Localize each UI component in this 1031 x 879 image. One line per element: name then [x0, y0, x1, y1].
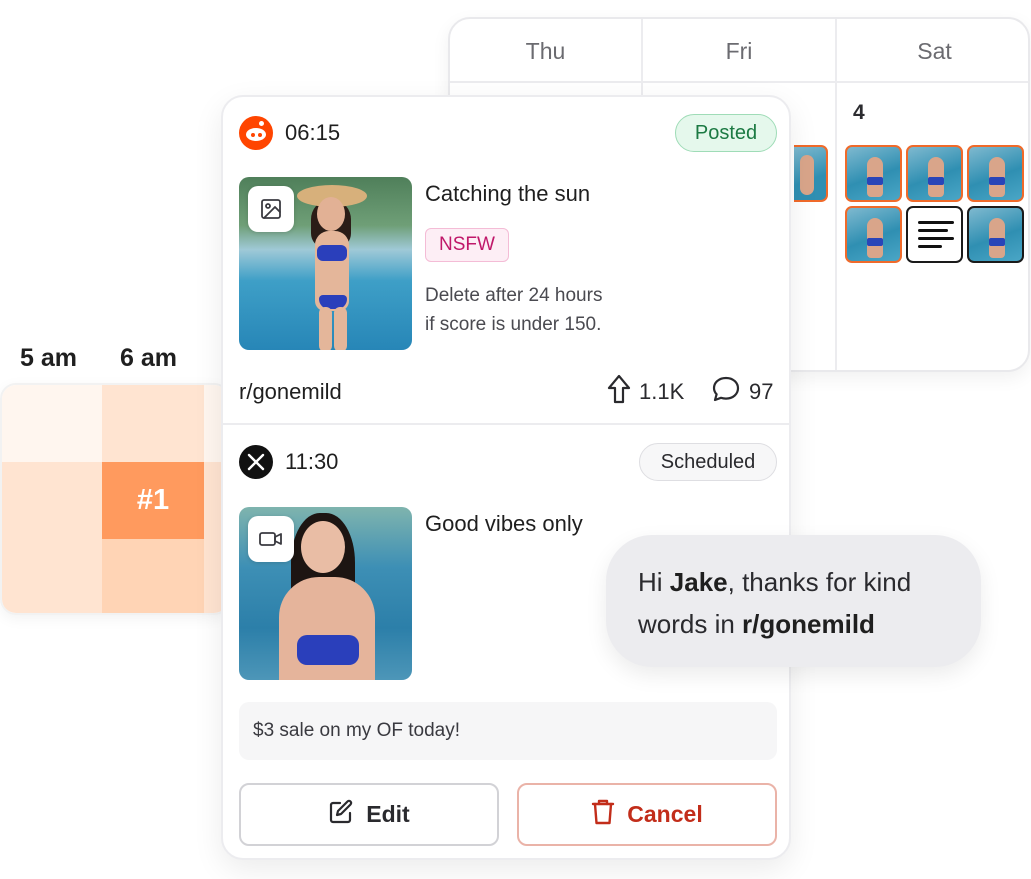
post-thumbnail[interactable]	[794, 145, 828, 202]
post-media-video[interactable]	[239, 507, 412, 680]
best-time-heatmap: #1	[0, 383, 230, 615]
post-caption[interactable]: $3 sale on my OF today!	[239, 702, 777, 760]
heatmap-cell[interactable]	[102, 539, 204, 613]
column-divider	[835, 83, 837, 370]
auto-delete-rule: Delete after 24 hours if score is under …	[425, 281, 685, 339]
post-stats: r/gonemild 1.1K 97	[239, 374, 777, 410]
post-header: 11:30	[239, 445, 338, 479]
hour-label-5am: 5 am	[20, 344, 77, 372]
post-thumbnail[interactable]	[906, 145, 963, 202]
post-title: Good vibes only	[425, 511, 583, 536]
post-time: 06:15	[285, 120, 341, 145]
trash-icon	[591, 798, 615, 832]
rule-line: Delete after 24 hours	[425, 285, 603, 306]
subreddit-name[interactable]: r/gonemild	[239, 379, 342, 405]
hour-label-6am: 6 am	[120, 344, 177, 372]
heatmap-cell[interactable]	[2, 462, 102, 539]
post-thumbnail[interactable]	[845, 145, 902, 202]
reddit-icon	[239, 116, 273, 150]
post-thumbnail[interactable]	[845, 206, 902, 263]
post-media-image[interactable]	[239, 177, 412, 350]
post-schedule-card: 06:15 Posted Catching the sun NSFW Delet…	[221, 95, 791, 860]
post-title: Catching the sun	[425, 181, 591, 206]
calendar-header: Thu Fri Sat	[450, 19, 1028, 83]
x-icon	[239, 445, 273, 479]
status-badge-scheduled: Scheduled	[639, 443, 777, 481]
heatmap-cell[interactable]	[102, 385, 204, 462]
text-post-thumbnail[interactable]	[906, 206, 963, 263]
chat-recipient-name: Jake	[669, 567, 728, 597]
edit-button[interactable]: Edit	[239, 783, 499, 846]
image-icon	[248, 186, 294, 232]
post-header: 06:15	[239, 116, 340, 150]
day-header-thu[interactable]: Thu	[450, 19, 641, 83]
post-thumbnail[interactable]	[967, 206, 1024, 263]
nsfw-tag: NSFW	[425, 228, 509, 262]
post-thumbnail[interactable]	[967, 145, 1024, 202]
status-badge-posted: Posted	[675, 114, 777, 152]
edit-pencil-icon	[328, 799, 354, 831]
day-header-sat[interactable]: Sat	[835, 19, 1028, 83]
rule-line: if score is under 150.	[425, 314, 602, 335]
top-slot-label: #1	[136, 484, 170, 516]
comment-count: 97	[711, 375, 773, 409]
edit-button-label: Edit	[366, 801, 410, 827]
text-lines-icon	[918, 221, 954, 224]
post-divider	[223, 423, 789, 425]
chat-subreddit: r/gonemild	[742, 609, 875, 639]
comment-bubble-icon	[711, 375, 741, 409]
upvote-arrow-icon	[607, 374, 631, 410]
heatmap-cell[interactable]	[2, 385, 102, 462]
cancel-button[interactable]: Cancel	[517, 783, 777, 846]
chat-text: Hi	[638, 567, 670, 597]
upvote-count: 1.1K	[607, 374, 684, 410]
day-header-fri[interactable]: Fri	[641, 19, 835, 83]
scheduled-posts-grid	[845, 145, 1024, 263]
heatmap-cell-top-slot[interactable]: #1	[102, 462, 204, 539]
cancel-button-label: Cancel	[627, 801, 703, 827]
post-time: 11:30	[285, 449, 339, 474]
calendar-date: 4	[853, 101, 865, 124]
heatmap-cell[interactable]	[2, 539, 102, 613]
video-icon	[248, 516, 294, 562]
chat-message-bubble: Hi Jake, thanks for kind words in r/gone…	[606, 535, 981, 667]
